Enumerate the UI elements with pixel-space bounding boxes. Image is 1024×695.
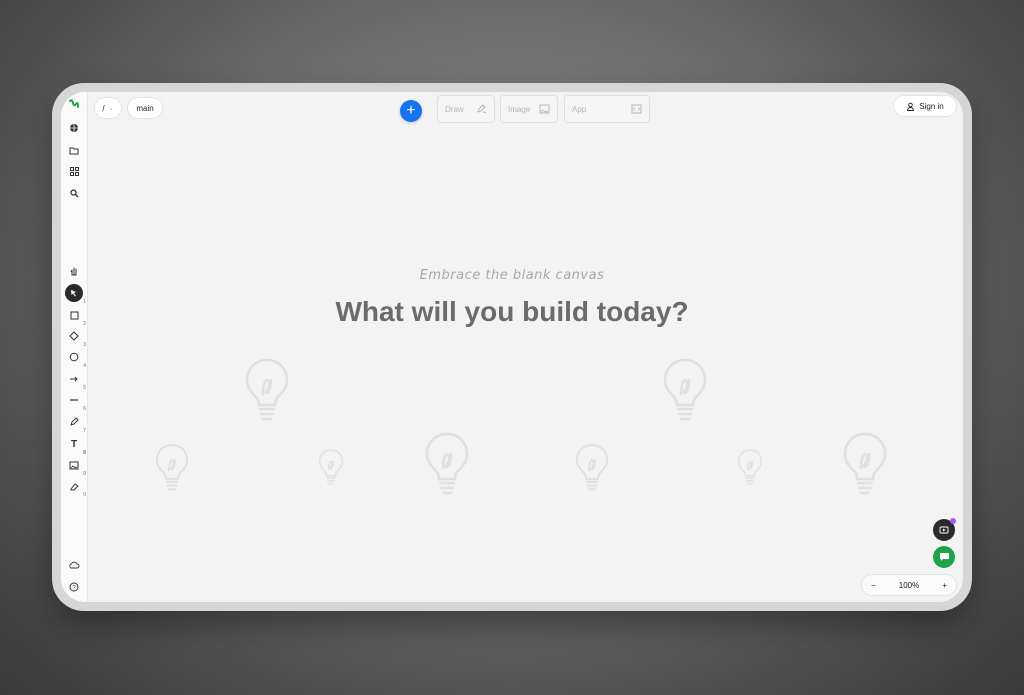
mode-label: Draw: [445, 104, 464, 114]
mode-image-button[interactable]: Image: [500, 95, 558, 123]
sign-in-button[interactable]: Sign in: [893, 95, 957, 117]
chat-button[interactable]: [933, 546, 955, 568]
code-icon: [631, 104, 642, 114]
user-icon: [907, 102, 915, 111]
eraser-tool-icon[interactable]: 0: [65, 477, 86, 498]
tool-shortcut: 0: [83, 492, 86, 498]
tool-shortcut: 8: [83, 450, 86, 456]
text-tool-icon[interactable]: T 8: [65, 435, 86, 457]
zoom-out-button[interactable]: −: [871, 581, 876, 590]
globe-icon[interactable]: [65, 119, 83, 137]
chevron-down-icon: ⌄: [108, 105, 114, 112]
path-button[interactable]: / ⌄: [94, 97, 122, 119]
zoom-control: − 100% +: [861, 574, 957, 596]
line-tool-icon[interactable]: 6: [65, 391, 86, 412]
canvas-tagline: Embrace the blank canvas: [419, 268, 605, 283]
mode-app-button[interactable]: App: [564, 95, 650, 123]
image-icon: [539, 104, 550, 114]
tool-shortcut: 5: [83, 385, 86, 391]
help-icon[interactable]: ?: [65, 578, 83, 596]
search-icon[interactable]: [65, 184, 83, 202]
tool-shortcut: 7: [83, 428, 86, 434]
text-glyph: T: [70, 438, 78, 450]
folder-icon[interactable]: [65, 141, 83, 159]
lightbulb-icon: [576, 444, 608, 491]
diamond-tool-icon[interactable]: 3: [65, 327, 86, 348]
chat-icon: [939, 553, 949, 561]
lightbulb-icon: [425, 432, 469, 495]
tool-shortcut: 6: [83, 406, 86, 412]
zoom-level[interactable]: 100%: [899, 581, 919, 590]
zoom-in-button[interactable]: +: [942, 581, 947, 590]
mode-draw-button[interactable]: Draw: [437, 95, 495, 123]
new-button[interactable]: +: [400, 100, 422, 122]
image-tool-icon[interactable]: 9: [65, 456, 86, 477]
path-label: /: [102, 103, 105, 113]
tool-shortcut: 9: [83, 471, 86, 477]
cloud-icon[interactable]: [65, 556, 83, 574]
lightbulb-icon: [737, 449, 763, 485]
play-icon: [939, 526, 949, 534]
mode-label: App: [572, 104, 587, 114]
lightbulb-icon: [843, 432, 887, 495]
app-window: 1 2 3 4 5 6 7 T 8 9 0 ? / ⌄ main + Draw …: [61, 92, 963, 602]
sign-in-label: Sign in: [919, 101, 944, 111]
canvas-headline: What will you build today?: [335, 296, 689, 327]
plus-icon: +: [406, 102, 416, 119]
sidebar: 1 2 3 4 5 6 7 T 8 9 0 ?: [61, 92, 88, 602]
lightbulb-icon: [245, 358, 289, 421]
lightbulb-icon: [156, 444, 188, 491]
arrow-tool-icon[interactable]: 5: [65, 370, 86, 391]
branch-button[interactable]: main: [127, 97, 163, 119]
video-tutorial-button[interactable]: [933, 518, 956, 541]
mode-label: Image: [508, 104, 531, 114]
pen-icon: [477, 104, 487, 113]
pencil-tool-icon[interactable]: 7: [65, 413, 86, 434]
logo-icon[interactable]: [65, 95, 83, 113]
branch-label: main: [136, 103, 154, 113]
device-frame: 1 2 3 4 5 6 7 T 8 9 0 ? / ⌄ main + Draw …: [52, 83, 972, 611]
tool-shortcut: 3: [83, 342, 86, 348]
notification-dot: [950, 518, 956, 524]
ellipse-tool-icon[interactable]: 4: [65, 348, 86, 369]
lightbulb-icon: [318, 449, 344, 485]
grid-icon[interactable]: [65, 162, 83, 180]
lightbulb-icon: [663, 358, 707, 421]
tool-shortcut: 4: [83, 363, 86, 369]
